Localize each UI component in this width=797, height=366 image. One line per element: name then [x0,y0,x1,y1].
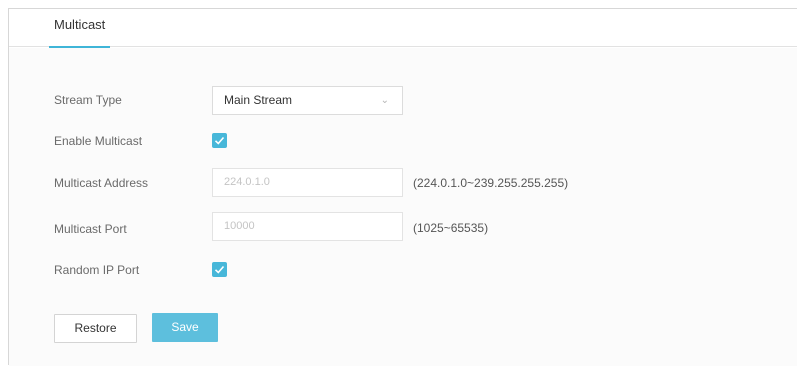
multicast-port-hint: (1025~65535) [413,221,489,235]
random-ip-port-checkbox[interactable] [212,262,227,277]
multicast-address-input[interactable]: 224.0.1.0 [212,168,403,197]
enable-multicast-checkbox[interactable] [212,133,227,148]
stream-type-select[interactable]: Main Stream ⌄ [212,86,403,115]
random-ip-port-label: Random IP Port [54,263,140,277]
tab-multicast[interactable]: Multicast [46,9,113,48]
chevron-down-icon: ⌄ [380,95,389,106]
multicast-port-label: Multicast Port [54,222,127,236]
checkmark-icon [214,265,225,274]
multicast-panel: Multicast Stream Type Main Stream ⌄ Enab… [8,8,797,366]
stream-type-value: Main Stream [224,93,293,107]
multicast-form: Stream Type Main Stream ⌄ Enable Multica… [9,48,797,366]
checkmark-icon [214,136,225,145]
save-button[interactable]: Save [152,313,218,342]
stream-type-label: Stream Type [54,93,122,107]
multicast-port-input[interactable]: 10000 [212,212,403,241]
multicast-address-hint: (224.0.1.0~239.255.255.255) [413,176,569,190]
multicast-address-label: Multicast Address [54,176,149,190]
restore-button[interactable]: Restore [54,314,137,343]
enable-multicast-label: Enable Multicast [54,134,143,148]
tab-bar: Multicast [9,9,797,48]
